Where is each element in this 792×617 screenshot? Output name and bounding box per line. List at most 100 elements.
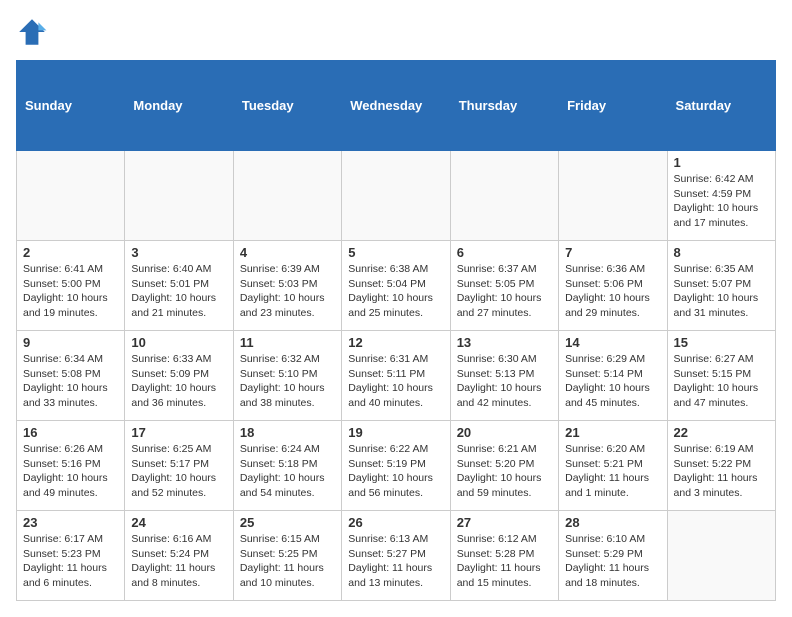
calendar-cell: 2 Sunrise: 6:41 AM Sunset: 5:00 PM Daylig… (17, 241, 125, 331)
calendar-cell (450, 151, 558, 241)
day-info: Sunrise: 6:39 AM Sunset: 5:03 PM Dayligh… (240, 262, 335, 321)
weekday-header: Sunday (17, 61, 125, 151)
calendar-cell: 3Sunrise: 6:40 AM Sunset: 5:01 PM Daylig… (125, 241, 233, 331)
logo (16, 16, 52, 48)
calendar-cell: 13 Sunrise: 6:30 AM Sunset: 5:13 PM Dayli… (450, 331, 558, 421)
weekday-header: Wednesday (342, 61, 450, 151)
day-number: 24 (131, 515, 226, 530)
calendar-week-row: 16 Sunrise: 6:26 AM Sunset: 5:16 PM Dayli… (17, 421, 776, 511)
calendar-cell: 8Sunrise: 6:35 AM Sunset: 5:07 PM Daylig… (667, 241, 775, 331)
day-number: 19 (348, 425, 443, 440)
day-number: 12 (348, 335, 443, 350)
calendar-cell: 7Sunrise: 6:36 AM Sunset: 5:06 PM Daylig… (559, 241, 667, 331)
day-info: Sunrise: 6:17 AM Sunset: 5:23 PM Dayligh… (23, 532, 118, 591)
calendar-cell: 1 Sunrise: 6:42 AM Sunset: 4:59 PM Daylig… (667, 151, 775, 241)
day-info: Sunrise: 6:22 AM Sunset: 5:19 PM Dayligh… (348, 442, 443, 501)
day-number: 4 (240, 245, 335, 260)
page-header (16, 16, 776, 48)
day-info: Sunrise: 6:41 AM Sunset: 5:00 PM Dayligh… (23, 262, 118, 321)
day-info: Sunrise: 6:26 AM Sunset: 5:16 PM Dayligh… (23, 442, 118, 501)
day-info: Sunrise: 6:34 AM Sunset: 5:08 PM Dayligh… (23, 352, 118, 411)
logo-icon (16, 16, 48, 48)
calendar-cell: 11Sunrise: 6:32 AM Sunset: 5:10 PM Dayli… (233, 331, 341, 421)
calendar-cell: 5 Sunrise: 6:38 AM Sunset: 5:04 PM Daylig… (342, 241, 450, 331)
calendar-cell: 22 Sunrise: 6:19 AM Sunset: 5:22 PM Dayli… (667, 421, 775, 511)
calendar-cell: 26 Sunrise: 6:13 AM Sunset: 5:27 PM Dayli… (342, 511, 450, 601)
day-info: Sunrise: 6:24 AM Sunset: 5:18 PM Dayligh… (240, 442, 335, 501)
weekday-header: Friday (559, 61, 667, 151)
calendar-cell: 20 Sunrise: 6:21 AM Sunset: 5:20 PM Dayli… (450, 421, 558, 511)
calendar-week-row: 9 Sunrise: 6:34 AM Sunset: 5:08 PM Daylig… (17, 331, 776, 421)
calendar-cell: 6 Sunrise: 6:37 AM Sunset: 5:05 PM Daylig… (450, 241, 558, 331)
calendar-cell (17, 151, 125, 241)
calendar-cell: 14 Sunrise: 6:29 AM Sunset: 5:14 PM Dayli… (559, 331, 667, 421)
calendar-cell: 17 Sunrise: 6:25 AM Sunset: 5:17 PM Dayli… (125, 421, 233, 511)
day-info: Sunrise: 6:29 AM Sunset: 5:14 PM Dayligh… (565, 352, 660, 411)
calendar-cell: 24 Sunrise: 6:16 AM Sunset: 5:24 PM Dayli… (125, 511, 233, 601)
calendar-cell: 16 Sunrise: 6:26 AM Sunset: 5:16 PM Dayli… (17, 421, 125, 511)
day-number: 25 (240, 515, 335, 530)
calendar-cell: 12 Sunrise: 6:31 AM Sunset: 5:11 PM Dayli… (342, 331, 450, 421)
weekday-header: Tuesday (233, 61, 341, 151)
day-number: 15 (674, 335, 769, 350)
calendar-cell: 23 Sunrise: 6:17 AM Sunset: 5:23 PM Dayli… (17, 511, 125, 601)
day-info: Sunrise: 6:16 AM Sunset: 5:24 PM Dayligh… (131, 532, 226, 591)
day-info: Sunrise: 6:31 AM Sunset: 5:11 PM Dayligh… (348, 352, 443, 411)
day-number: 11 (240, 335, 335, 350)
calendar-cell: 27 Sunrise: 6:12 AM Sunset: 5:28 PM Dayli… (450, 511, 558, 601)
day-number: 9 (23, 335, 118, 350)
calendar-cell: 21 Sunrise: 6:20 AM Sunset: 5:21 PM Dayli… (559, 421, 667, 511)
day-number: 28 (565, 515, 660, 530)
weekday-header: Thursday (450, 61, 558, 151)
day-number: 17 (131, 425, 226, 440)
day-number: 22 (674, 425, 769, 440)
day-number: 2 (23, 245, 118, 260)
day-info: Sunrise: 6:40 AM Sunset: 5:01 PM Dayligh… (131, 262, 226, 321)
calendar-week-row: 2 Sunrise: 6:41 AM Sunset: 5:00 PM Daylig… (17, 241, 776, 331)
day-number: 6 (457, 245, 552, 260)
day-number: 1 (674, 155, 769, 170)
calendar-cell (342, 151, 450, 241)
calendar-table: SundayMondayTuesdayWednesdayThursdayFrid… (16, 60, 776, 601)
weekday-header: Monday (125, 61, 233, 151)
day-number: 27 (457, 515, 552, 530)
day-info: Sunrise: 6:35 AM Sunset: 5:07 PM Dayligh… (674, 262, 769, 321)
calendar-week-row: 23 Sunrise: 6:17 AM Sunset: 5:23 PM Dayli… (17, 511, 776, 601)
day-number: 7 (565, 245, 660, 260)
day-info: Sunrise: 6:37 AM Sunset: 5:05 PM Dayligh… (457, 262, 552, 321)
calendar-cell: 4 Sunrise: 6:39 AM Sunset: 5:03 PM Daylig… (233, 241, 341, 331)
day-info: Sunrise: 6:21 AM Sunset: 5:20 PM Dayligh… (457, 442, 552, 501)
day-number: 26 (348, 515, 443, 530)
weekday-header: Saturday (667, 61, 775, 151)
day-info: Sunrise: 6:42 AM Sunset: 4:59 PM Dayligh… (674, 172, 769, 231)
day-info: Sunrise: 6:25 AM Sunset: 5:17 PM Dayligh… (131, 442, 226, 501)
day-info: Sunrise: 6:38 AM Sunset: 5:04 PM Dayligh… (348, 262, 443, 321)
calendar-cell: 10Sunrise: 6:33 AM Sunset: 5:09 PM Dayli… (125, 331, 233, 421)
day-number: 13 (457, 335, 552, 350)
calendar-cell: 9 Sunrise: 6:34 AM Sunset: 5:08 PM Daylig… (17, 331, 125, 421)
day-info: Sunrise: 6:15 AM Sunset: 5:25 PM Dayligh… (240, 532, 335, 591)
day-info: Sunrise: 6:20 AM Sunset: 5:21 PM Dayligh… (565, 442, 660, 501)
day-info: Sunrise: 6:27 AM Sunset: 5:15 PM Dayligh… (674, 352, 769, 411)
calendar-cell: 18 Sunrise: 6:24 AM Sunset: 5:18 PM Dayli… (233, 421, 341, 511)
calendar-cell (125, 151, 233, 241)
calendar-cell: 28 Sunrise: 6:10 AM Sunset: 5:29 PM Dayli… (559, 511, 667, 601)
calendar-cell: 19 Sunrise: 6:22 AM Sunset: 5:19 PM Dayli… (342, 421, 450, 511)
calendar-cell (667, 511, 775, 601)
day-info: Sunrise: 6:30 AM Sunset: 5:13 PM Dayligh… (457, 352, 552, 411)
day-number: 5 (348, 245, 443, 260)
day-number: 10 (131, 335, 226, 350)
day-number: 14 (565, 335, 660, 350)
day-number: 20 (457, 425, 552, 440)
calendar-cell (559, 151, 667, 241)
day-info: Sunrise: 6:19 AM Sunset: 5:22 PM Dayligh… (674, 442, 769, 501)
calendar-cell: 25 Sunrise: 6:15 AM Sunset: 5:25 PM Dayli… (233, 511, 341, 601)
day-number: 18 (240, 425, 335, 440)
day-info: Sunrise: 6:12 AM Sunset: 5:28 PM Dayligh… (457, 532, 552, 591)
day-number: 21 (565, 425, 660, 440)
calendar-cell: 15 Sunrise: 6:27 AM Sunset: 5:15 PM Dayli… (667, 331, 775, 421)
day-info: Sunrise: 6:10 AM Sunset: 5:29 PM Dayligh… (565, 532, 660, 591)
day-number: 16 (23, 425, 118, 440)
day-number: 23 (23, 515, 118, 530)
day-info: Sunrise: 6:13 AM Sunset: 5:27 PM Dayligh… (348, 532, 443, 591)
